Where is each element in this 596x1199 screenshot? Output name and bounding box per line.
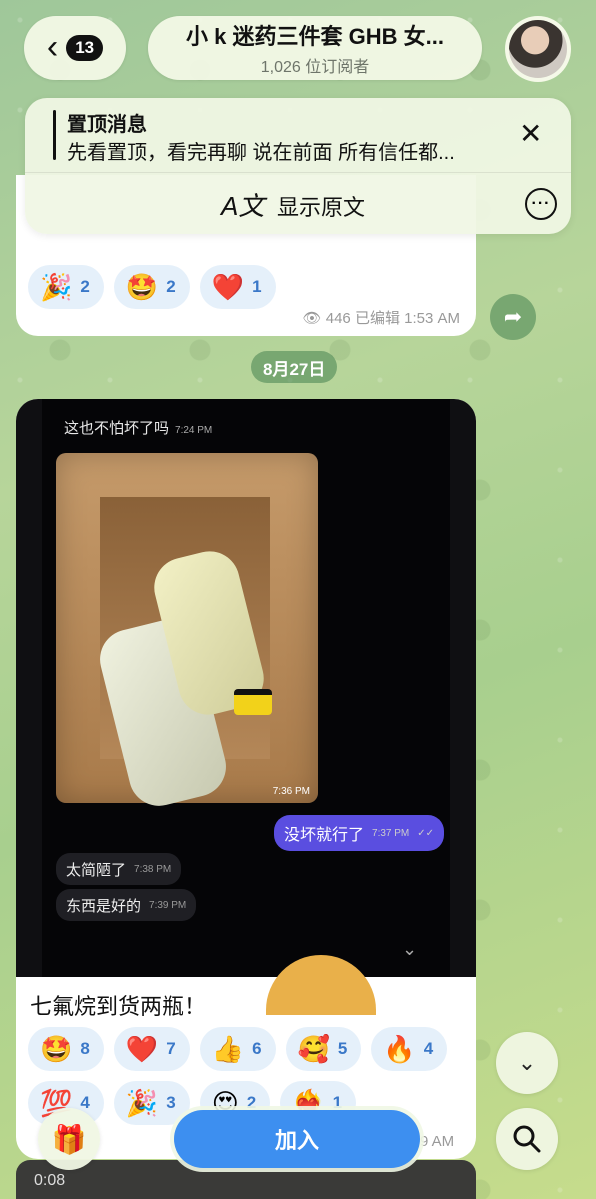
screenshot-chat-line: 这也不怕坏了吗 7:24 PM — [64, 417, 212, 438]
screenshot-text: 太简陋了 — [66, 861, 127, 879]
video-duration: 0:08 — [34, 1172, 66, 1189]
reaction-heart[interactable]: ❤️ 7 — [113, 1027, 190, 1071]
reaction-smiling-hearts[interactable]: 🥰 5 — [285, 1027, 362, 1071]
reaction-count: 6 — [252, 1039, 262, 1058]
fire-emoji-icon: 🔥 — [383, 1034, 416, 1064]
avatar-image — [509, 20, 567, 78]
pinned-indicator-bar — [53, 110, 56, 160]
divider — [25, 172, 571, 173]
subscriber-count: 1,026 位订阅者 — [260, 59, 370, 76]
screenshot-text: 东西是好的 — [66, 897, 142, 915]
reaction-star-struck[interactable]: 🤩 2 — [113, 265, 190, 309]
party-emoji-icon: 🎉 — [40, 272, 73, 302]
reaction-heart[interactable]: ❤️ 1 — [199, 265, 276, 309]
message-meta: 👁 446 已编辑 1:53 AM — [303, 307, 460, 328]
message-time: 1:53 AM — [404, 310, 460, 327]
screenshot-time: 7:37 PM — [372, 827, 410, 839]
star-struck-emoji-icon: 🤩 — [40, 1034, 73, 1064]
read-check-icon: ✓✓ — [417, 827, 435, 839]
close-icon[interactable]: ✕ — [519, 120, 542, 148]
heart-emoji-icon: ❤️ — [211, 272, 245, 302]
reaction-count: 7 — [166, 1039, 176, 1058]
reactions-row: 🎉 2 🤩 2 ❤️ 1 — [28, 265, 276, 309]
heart-emoji-icon: ❤️ — [125, 1034, 159, 1064]
more-options-icon[interactable]: ··· — [525, 188, 557, 220]
search-button[interactable] — [496, 1108, 558, 1170]
search-icon — [513, 1125, 541, 1153]
screenshot-text: 没坏就行了 — [284, 827, 365, 844]
edited-label: 已编辑 — [354, 310, 400, 327]
reaction-count: 5 — [337, 1039, 348, 1058]
screenshot-time: 7:39 PM — [149, 899, 187, 911]
gift-icon: 🎁 — [51, 1123, 87, 1155]
smiling-hearts-emoji-icon: 🥰 — [297, 1034, 330, 1064]
forward-arrow-icon: ➦ — [503, 304, 523, 329]
show-original-button[interactable]: 显示原文 — [277, 190, 365, 222]
reaction-count: 1 — [252, 277, 262, 296]
pinned-message-banner[interactable]: 置顶消息 先看置顶，看完再聊 说在前面 所有信任都... ✕ A文 显示原文 ·… — [25, 98, 571, 234]
scroll-down-button[interactable]: ⌄ — [496, 1032, 558, 1094]
screenshot-photo-time: 7:36 PM — [272, 786, 310, 797]
message-time: 9 AM — [420, 1133, 455, 1150]
party-emoji-icon: 🎉 — [125, 1088, 159, 1118]
screenshot-time: 7:38 PM — [134, 863, 172, 875]
screenshot-incoming-bubble: 太简陋了 7:38 PM — [56, 853, 182, 885]
photo-cardboard-box: 7:36 PM — [56, 453, 318, 813]
translate-icon: A文 — [221, 191, 265, 221]
forward-button[interactable]: ➦ — [490, 294, 536, 340]
reaction-count: 2 — [166, 277, 176, 296]
reaction-count: 2 — [80, 277, 90, 296]
chevron-down-icon: ⌄ — [517, 1050, 537, 1075]
pinned-title: 置顶消息 — [67, 114, 147, 136]
eye-icon: 👁 — [302, 310, 322, 327]
reaction-star-struck[interactable]: 🤩 8 — [28, 1027, 104, 1071]
reaction-thumbs-up[interactable]: 👍 6 — [199, 1027, 276, 1071]
gift-button[interactable]: 🎁 — [38, 1108, 100, 1170]
screenshot-time: 7:24 PM — [175, 425, 213, 436]
screenshot-outgoing-bubble: 没坏就行了 7:37 PM ✓✓ — [274, 815, 445, 851]
reaction-party[interactable]: 🎉 2 — [28, 265, 104, 309]
chevron-down-icon: ⌄ — [402, 939, 418, 959]
channel-name: 小 k 迷药三件套 GHB 女... — [186, 24, 444, 49]
message-caption: 七氟烷到货两瓶！ — [30, 994, 207, 1019]
channel-title[interactable]: 小 k 迷药三件套 GHB 女... 1,026 位订阅者 — [148, 16, 482, 80]
back-button[interactable]: ‹ 13 — [24, 16, 126, 80]
unread-badge: 13 — [66, 35, 104, 61]
reaction-count: 4 — [423, 1039, 434, 1058]
reaction-count: 8 — [80, 1039, 90, 1058]
join-button[interactable]: 加入 — [174, 1110, 420, 1168]
bottle-cap — [234, 689, 272, 715]
chevron-left-icon: ‹ — [46, 27, 59, 66]
date-separator: 8月27日 — [251, 351, 338, 383]
message-photo[interactable]: 这也不怕坏了吗 7:24 PM 7:36 PM 没坏就行了 7:37 PM ✓✓… — [16, 399, 476, 1015]
reaction-party[interactable]: 🎉 3 — [113, 1081, 190, 1125]
channel-avatar[interactable] — [505, 16, 571, 82]
reaction-count: 3 — [166, 1093, 176, 1112]
screenshot-incoming-bubble: 东西是好的 7:39 PM — [56, 889, 197, 921]
reactions-row: 🤩 8 ❤️ 7 👍 6 🥰 5 🔥 4 — [28, 1027, 448, 1071]
reaction-fire[interactable]: 🔥 4 — [371, 1027, 448, 1071]
star-struck-emoji-icon: 🤩 — [125, 272, 159, 302]
message-bubble-photo[interactable]: 这也不怕坏了吗 7:24 PM 7:36 PM 没坏就行了 7:37 PM ✓✓… — [16, 399, 476, 1159]
pinned-text: 先看置顶，看完再聊 说在前面 所有信任都... — [67, 142, 455, 164]
view-count: 446 — [325, 310, 351, 327]
thumbs-up-emoji-icon: 👍 — [211, 1034, 245, 1064]
screenshot-text: 这也不怕坏了吗 — [64, 420, 170, 437]
